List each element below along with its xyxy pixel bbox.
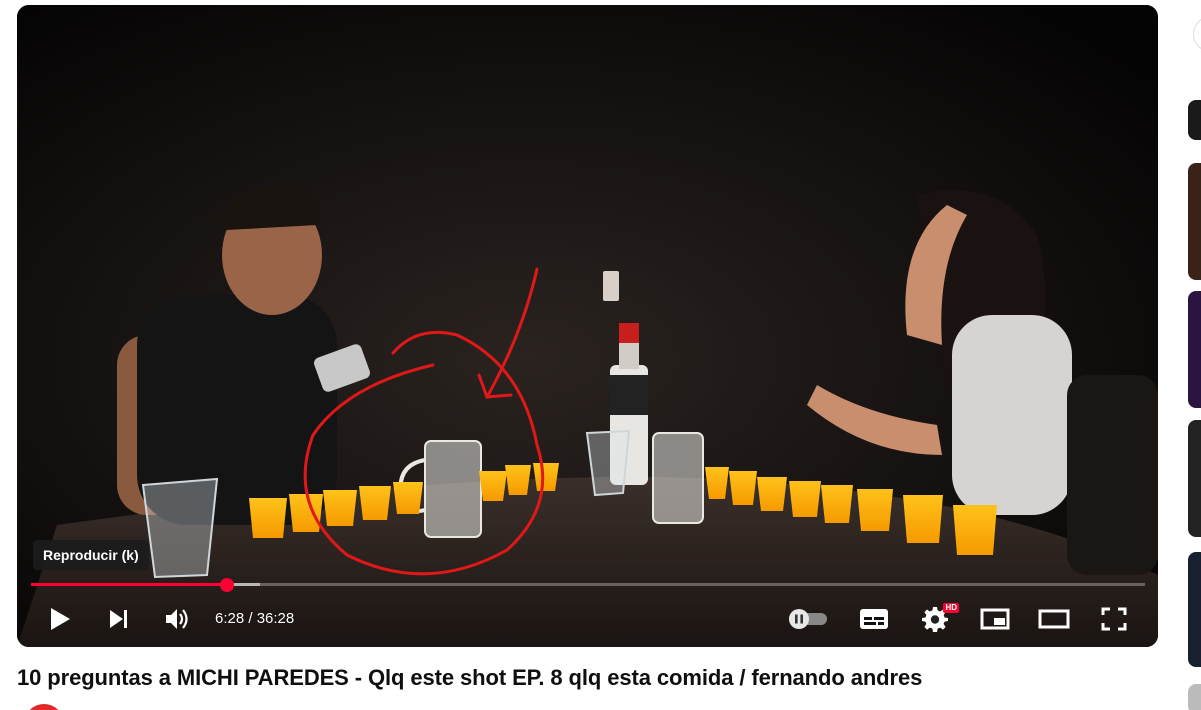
related-video-thumbnail[interactable] [1188, 684, 1201, 710]
player-controls: 6:28 / 36:28 HD [17, 595, 1158, 643]
subtitles-button[interactable] [852, 595, 896, 643]
related-video-thumbnail[interactable] [1188, 163, 1201, 280]
related-video-thumbnail[interactable] [1188, 291, 1201, 408]
play-button[interactable] [40, 595, 80, 643]
fullscreen-icon [1101, 607, 1127, 631]
youtube-watch-page: Reproducir (k) 6:28 / 36:28 HD 10 pregun… [0, 0, 1201, 710]
channel-avatar[interactable] [24, 704, 64, 710]
autoplay-toggle-icon [789, 609, 827, 629]
time-display: 6:28 / 36:28 [215, 610, 295, 627]
related-video-thumbnail[interactable] [1188, 420, 1201, 537]
settings-button[interactable]: HD [913, 595, 959, 643]
play-tooltip: Reproducir (k) [33, 540, 149, 570]
volume-button[interactable] [158, 595, 198, 643]
video-frame[interactable] [17, 5, 1158, 647]
video-title: 10 preguntas a MICHI PAREDES - Qlq este … [17, 665, 923, 690]
related-video-thumbnail[interactable] [1188, 552, 1201, 667]
theater-mode-icon [1038, 609, 1070, 629]
autoplay-toggle[interactable] [783, 595, 833, 643]
theater-mode-button[interactable] [1032, 595, 1076, 643]
volume-icon [166, 609, 188, 629]
next-icon [110, 610, 127, 628]
next-button[interactable] [99, 595, 139, 643]
progress-bar[interactable] [31, 578, 1145, 592]
progress-played [31, 583, 228, 586]
video-player[interactable]: Reproducir (k) 6:28 / 36:28 HD [17, 5, 1158, 647]
miniplayer-icon [980, 608, 1010, 630]
related-videos-sidebar [1186, 0, 1201, 710]
related-video-thumbnail[interactable] [1188, 100, 1201, 140]
wall-switch [603, 271, 619, 301]
miniplayer-button[interactable] [973, 595, 1017, 643]
hd-badge: HD [943, 603, 959, 613]
subtitles-icon [860, 609, 888, 629]
play-icon [51, 608, 70, 630]
sidebar-chip[interactable] [1193, 16, 1201, 52]
fullscreen-button[interactable] [1092, 595, 1136, 643]
progress-scrubber[interactable] [220, 578, 235, 592]
